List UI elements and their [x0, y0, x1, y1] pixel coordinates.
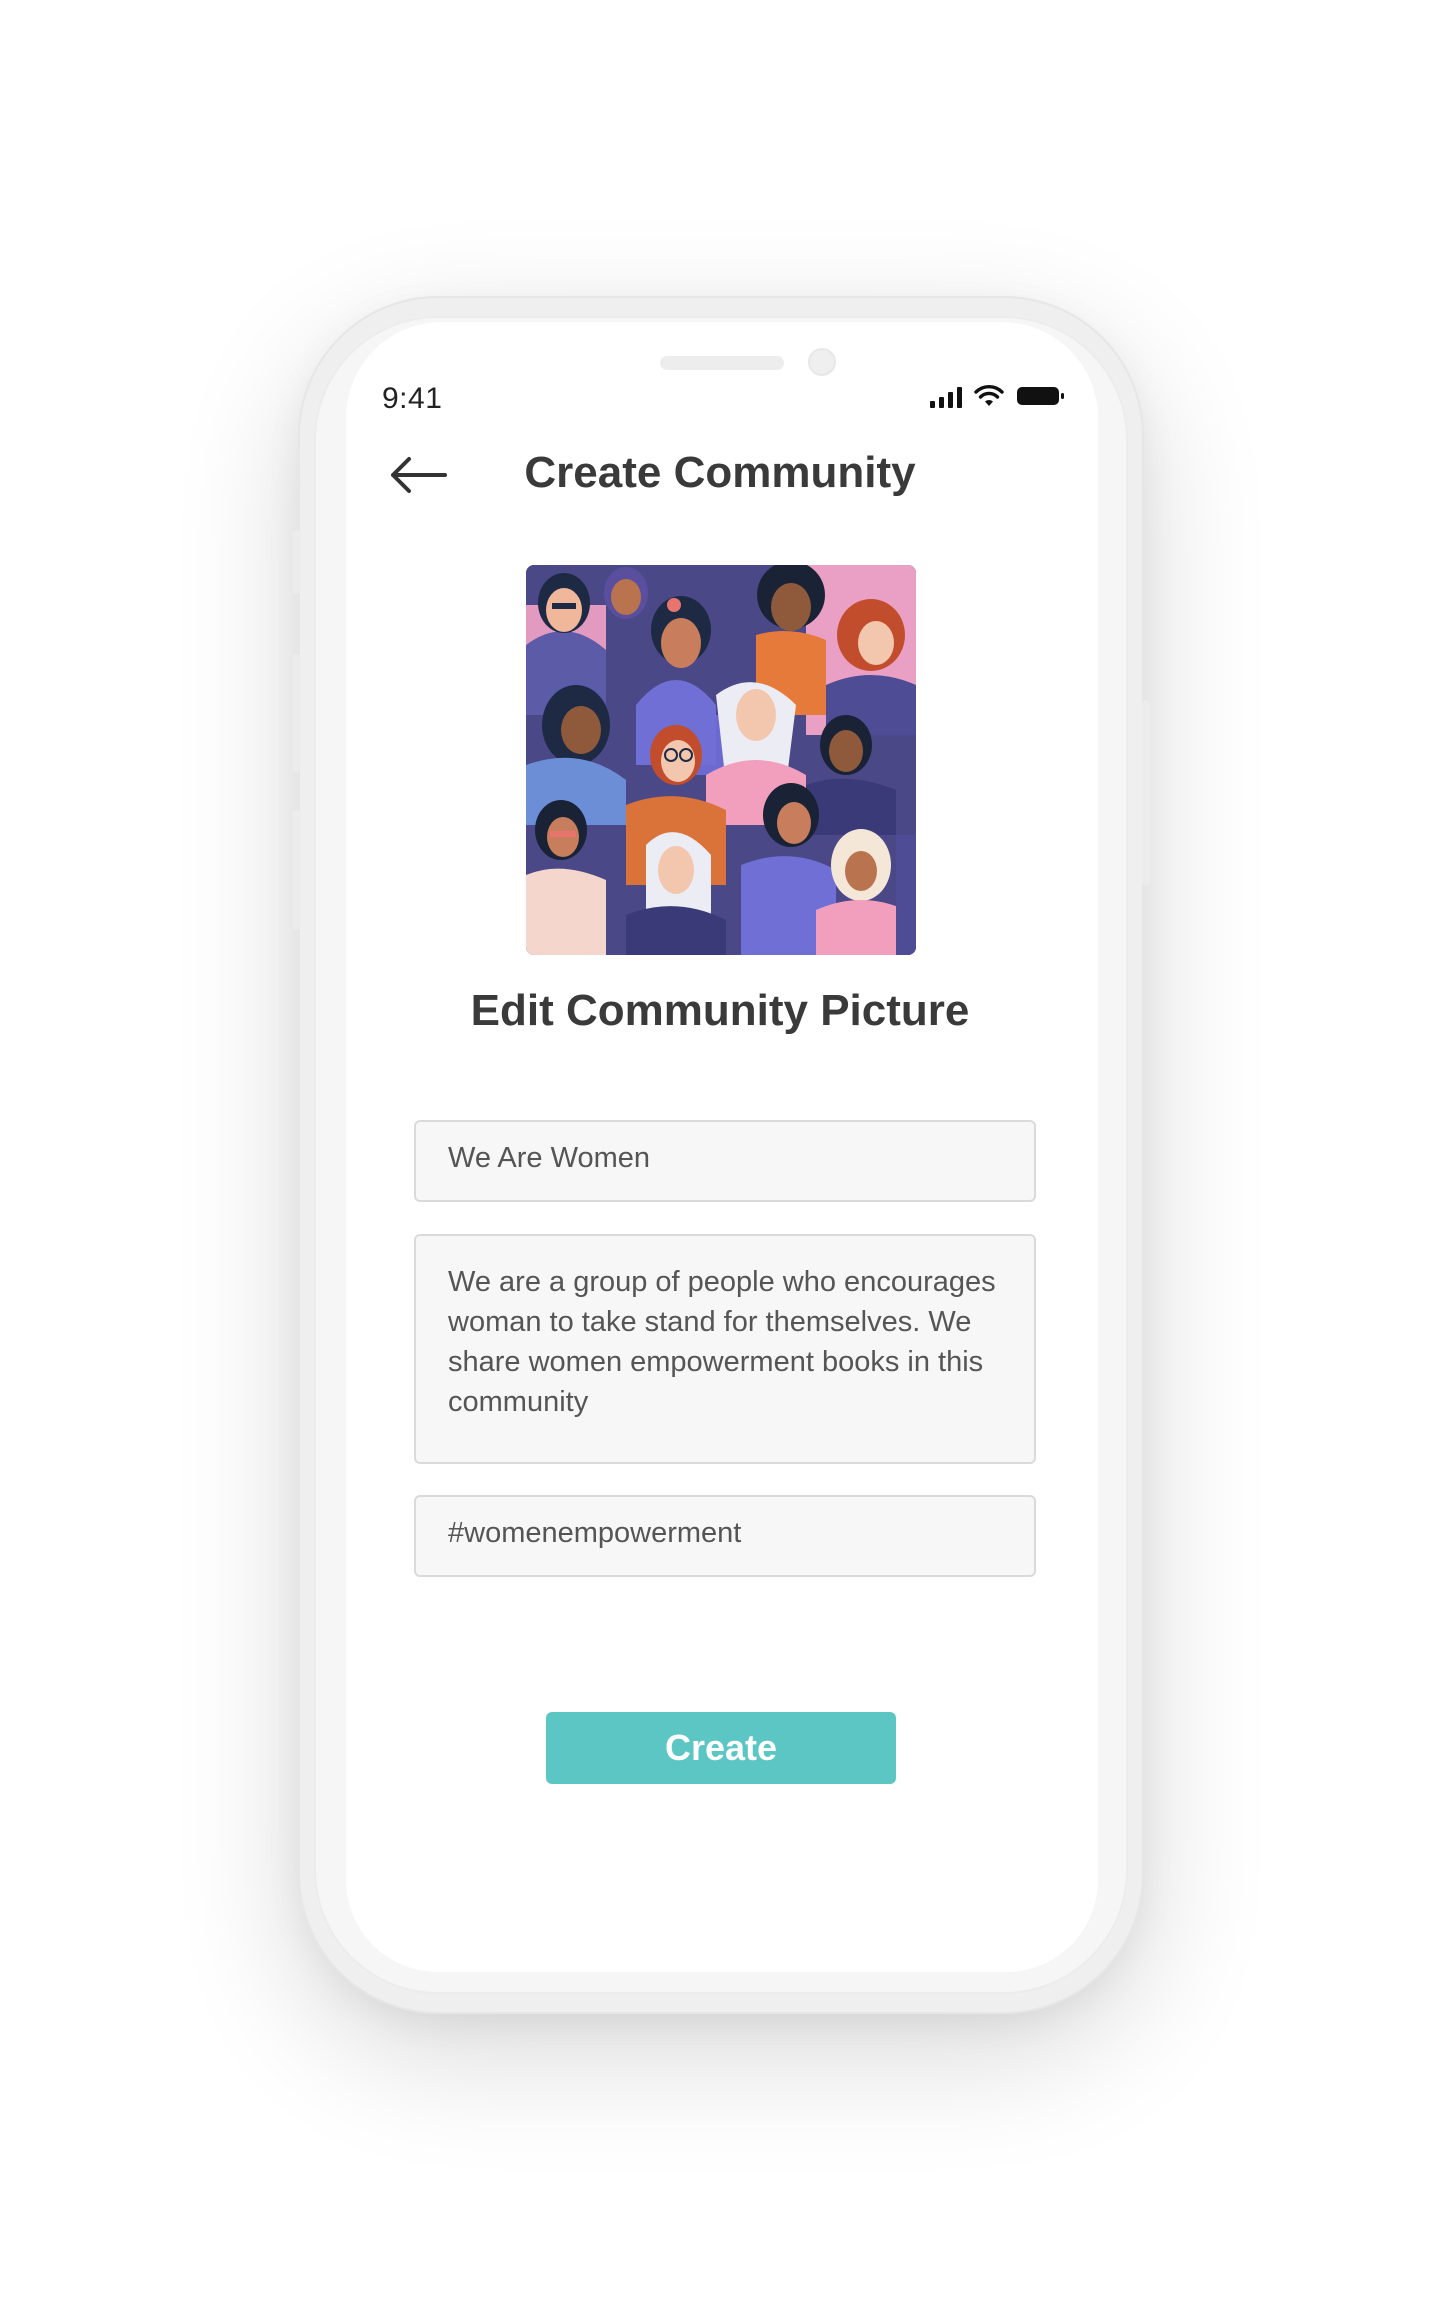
- community-illustration: [526, 565, 916, 955]
- community-name-field[interactable]: We Are Women: [414, 1120, 1036, 1202]
- community-picture[interactable]: [526, 565, 916, 955]
- side-button-right: [1142, 700, 1150, 886]
- battery-icon: [1017, 387, 1064, 405]
- page-title: Create Community: [524, 448, 916, 497]
- side-button-left-1: [292, 530, 300, 594]
- community-description-field[interactable]: We are a group of people who encourages …: [414, 1234, 1036, 1464]
- status-icons: [930, 380, 1066, 408]
- edit-picture-link[interactable]: Edit Community Picture: [420, 986, 1020, 1036]
- side-button-left-3: [292, 810, 300, 930]
- create-button[interactable]: Create: [546, 1712, 896, 1784]
- front-camera: [808, 348, 836, 376]
- speaker-grille: [660, 356, 784, 370]
- signal-icon: [930, 386, 962, 408]
- wifi-icon: [974, 385, 1004, 406]
- woman-2: [604, 567, 648, 619]
- side-button-left-2: [292, 654, 300, 772]
- status-time: 9:41: [382, 382, 443, 415]
- community-tags-field[interactable]: #womenempowerment: [414, 1495, 1036, 1577]
